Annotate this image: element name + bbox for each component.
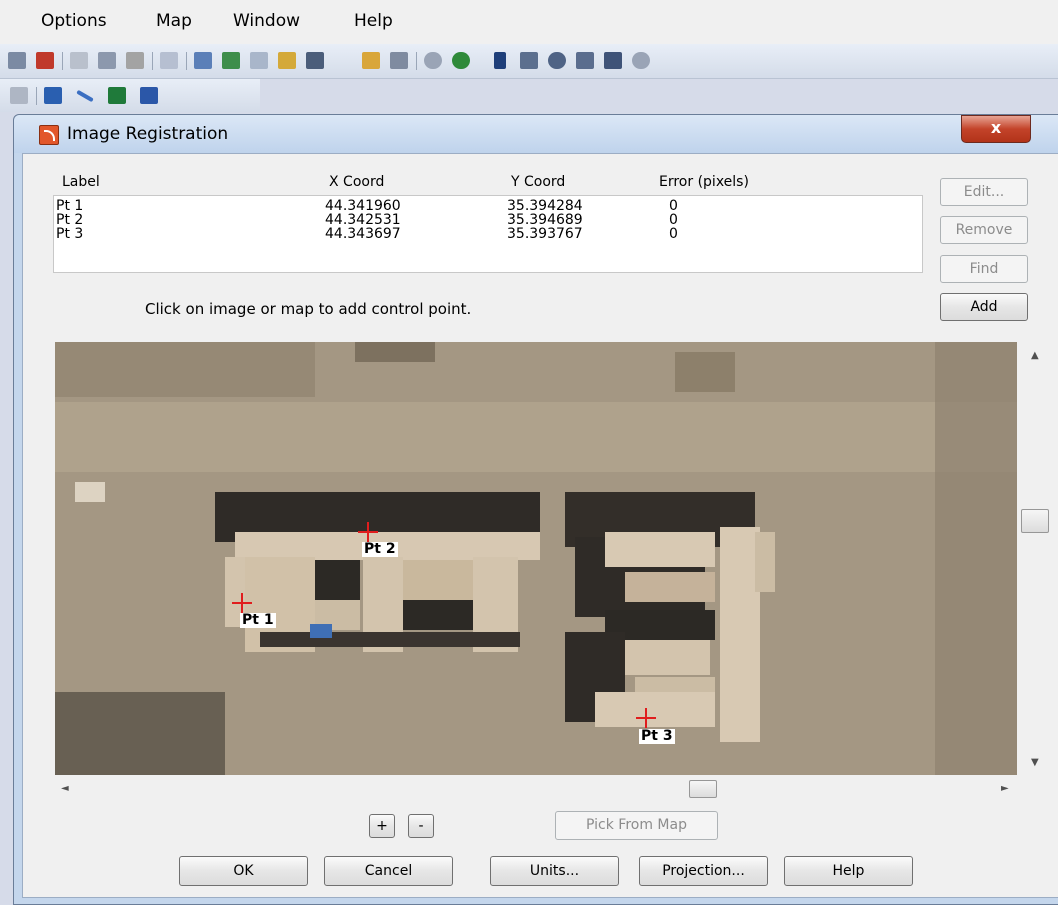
scroll-right-icon[interactable]: ► [1001,783,1009,794]
cp-label: Pt 3 [56,226,84,242]
copy-icon[interactable] [98,52,116,69]
select-arrow-icon[interactable] [494,52,506,69]
drawing-toolbar [0,79,260,112]
globe-icon[interactable] [452,52,470,69]
table-icon[interactable] [194,52,212,69]
export-icon[interactable] [306,52,324,69]
menu-map[interactable]: Map [156,11,192,31]
toolbar-separator [416,52,417,70]
instruction-text: Click on image or map to add control poi… [145,300,472,318]
satellite-image [55,342,1017,775]
grid-icon[interactable] [250,52,268,69]
scroll-up-icon[interactable]: ▲ [1031,350,1039,361]
projection-button[interactable]: Projection... [639,856,768,886]
column-header-x-coord: X Coord [329,174,385,190]
edit-button[interactable]: Edit... [940,178,1028,206]
image-registration-dialog: Image Registration x Label X Coord Y Coo… [13,114,1058,905]
scroll-left-icon[interactable]: ◄ [61,783,69,794]
unselect-icon[interactable] [632,52,650,69]
text-style-icon[interactable] [140,87,158,104]
remove-button[interactable]: Remove [940,216,1028,244]
zoom-in-button[interactable]: + [369,814,395,838]
column-header-error: Error (pixels) [659,174,749,190]
table-row[interactable]: Pt 1 44.341960 35.394284 0 [54,199,922,213]
pt1-label: Pt 1 [240,612,276,628]
cp-x-coord: 44.343697 [325,226,401,242]
control-point-marker[interactable] [232,593,252,613]
add-node-icon[interactable] [44,87,62,104]
line-style-icon[interactable] [76,89,94,103]
toolbar-separator [62,52,63,70]
ok-button[interactable]: OK [179,856,308,886]
toolbar-separator [36,87,37,105]
marquee-select-icon[interactable] [520,52,538,69]
menu-options[interactable]: Options [41,11,107,31]
control-point-list[interactable]: Pt 1 44.341960 35.394284 0 Pt 2 44.34253… [53,195,923,273]
toolbar-separator [152,52,153,70]
column-header-y-coord: Y Coord [511,174,566,190]
cp-error: 0 [669,226,678,242]
horizontal-scroll-thumb[interactable] [689,780,717,798]
reshape-icon[interactable] [10,87,28,104]
menu-help[interactable]: Help [354,11,393,31]
horizontal-scrollbar[interactable]: ◄ ► [55,775,1017,803]
pt3-label: Pt 3 [639,728,675,744]
toolbar-separator [186,52,187,70]
help-button[interactable]: Help [784,856,913,886]
chart-icon[interactable] [222,52,240,69]
main-toolbar [0,44,1058,79]
close-button[interactable]: x [961,115,1031,143]
cut-icon[interactable] [70,52,88,69]
table-row[interactable]: Pt 3 44.343697 35.393767 0 [54,226,922,242]
dialog-title: Image Registration [67,124,229,144]
control-point-marker[interactable] [636,708,656,728]
paste-icon[interactable] [126,52,144,69]
cancel-button[interactable]: Cancel [324,856,453,886]
image-viewport[interactable]: Pt 2 Pt 1 Pt 3 [55,342,1017,775]
layer-icon[interactable] [424,52,442,69]
units-button[interactable]: Units... [490,856,619,886]
add-button[interactable]: Add [940,293,1028,321]
control-point-marker[interactable] [358,522,378,542]
find-button[interactable]: Find [940,255,1028,283]
pt2-label: Pt 2 [362,541,398,557]
vertical-scroll-thumb[interactable] [1021,509,1049,533]
menu-bar: Options Map Window Help [0,0,1058,44]
radius-select-icon[interactable] [548,52,566,69]
undo-icon[interactable] [160,52,178,69]
vertical-scrollbar[interactable]: ▲ ▼ [1017,342,1058,775]
table-row[interactable]: Pt 2 44.342531 35.394689 0 [54,213,922,227]
dialog-titlebar[interactable]: Image Registration x [14,115,1058,153]
cp-y-coord: 35.393767 [507,226,583,242]
scroll-down-icon[interactable]: ▼ [1031,757,1039,768]
dialog-client-area: Label X Coord Y Coord Error (pixels) Pt … [22,153,1058,898]
clipboard-icon[interactable] [390,52,408,69]
boundary-select-icon[interactable] [604,52,622,69]
column-header-label: Label [62,174,100,190]
zoom-out-button[interactable]: - [408,814,434,838]
open-table-icon[interactable] [362,52,380,69]
layout-icon[interactable] [278,52,296,69]
print-preview-icon[interactable] [36,52,54,69]
polygon-select-icon[interactable] [576,52,594,69]
menu-window[interactable]: Window [233,11,300,31]
pick-from-map-button[interactable]: Pick From Map [555,811,718,840]
region-style-icon[interactable] [108,87,126,104]
print-icon[interactable] [8,52,26,69]
image-registration-icon [39,125,59,145]
